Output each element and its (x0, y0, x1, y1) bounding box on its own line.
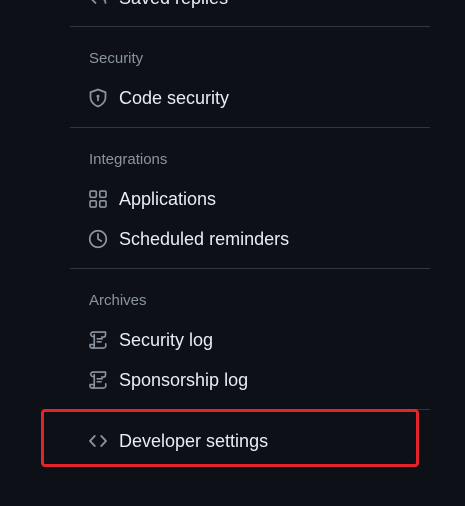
log-icon (88, 370, 108, 390)
shield-lock-icon (88, 88, 108, 108)
group-header-archives: Archives (89, 291, 147, 309)
sidebar-item-label: Code security (119, 87, 230, 108)
sidebar-item-developer-settings[interactable]: Developer settings (70, 421, 430, 461)
sidebar-item-sponsorship-log[interactable]: Sponsorship log (70, 360, 430, 400)
sidebar-item-label: Applications (119, 188, 217, 209)
sidebar-item-saved-replies[interactable]: Saved replies (70, 0, 430, 18)
sidebar-item-security-log[interactable]: Security log (70, 320, 430, 360)
log-icon (88, 330, 108, 350)
group-header-security: Security (89, 49, 144, 67)
settings-page: Saved replies Security Code security Int… (0, 0, 465, 506)
sidebar-item-code-security[interactable]: Code security (70, 78, 430, 118)
code-icon (88, 431, 108, 451)
clock-icon (88, 229, 108, 249)
group-header-integrations: Integrations (89, 150, 168, 168)
sidebar-item-label: Sponsorship log (119, 369, 249, 390)
sidebar-item-scheduled-reminders[interactable]: Scheduled reminders (70, 219, 430, 259)
sidebar-item-label: Scheduled reminders (119, 228, 290, 249)
sidebar-item-label: Saved replies (119, 0, 228, 9)
sidebar-item-applications[interactable]: Applications (70, 179, 430, 219)
sidebar-item-label: Security log (119, 329, 214, 350)
reply-icon (88, 0, 108, 8)
apps-grid-icon (88, 189, 108, 209)
sidebar-item-label: Developer settings (119, 430, 269, 451)
settings-sidebar: Saved replies Security Code security Int… (70, 0, 430, 461)
